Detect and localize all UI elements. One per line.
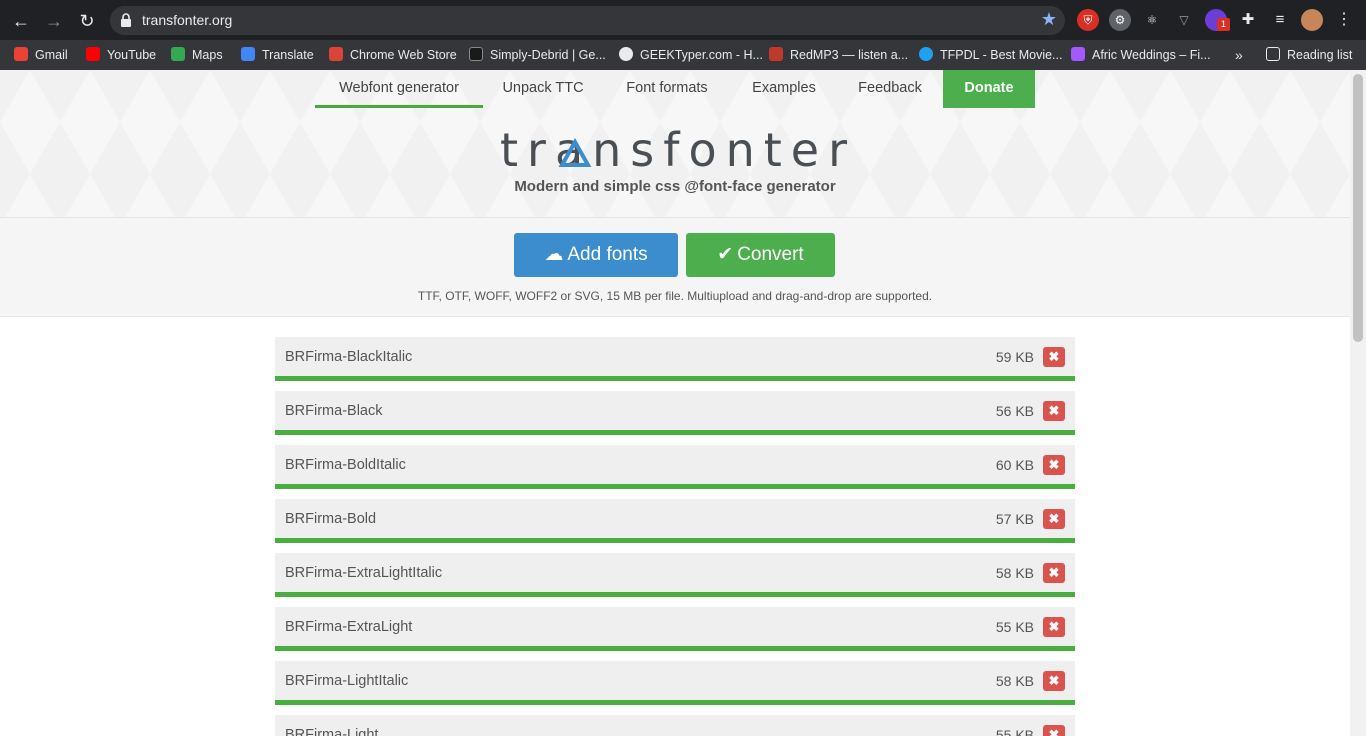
remove-file-button[interactable]: ✖ [1043,563,1065,583]
file-size: 58 KB [995,565,1034,581]
bookmarks-bar: Gmail YouTube Maps Translate Chrome Web … [0,40,1366,70]
address-bar[interactable]: transfonter.org ★ [110,6,1065,35]
tab-feedback[interactable]: Feedback [837,70,943,108]
redmp3-icon [769,47,783,61]
file-name: BRFirma-Light [285,727,379,736]
extension-badge-count: 1 [1217,18,1230,31]
remove-file-button[interactable]: ✖ [1043,725,1065,736]
avatar[interactable] [1301,9,1323,31]
reading-list-button[interactable]: Reading list [1266,46,1352,64]
scrollbar-thumb[interactable] [1353,74,1363,342]
bookmarks-overflow-chevron[interactable]: » [1235,46,1243,64]
upload-hint: TTF, OTF, WOFF, WOFF2 or SVG, 15 MB per … [417,289,933,303]
bookmark-chrome-web-store[interactable]: Chrome Web Store [329,46,457,64]
add-fonts-button[interactable]: ☁ Add fonts [514,233,678,277]
file-size: 57 KB [995,511,1034,527]
lock-icon [121,13,131,27]
bookmark-maps[interactable]: Maps [171,46,223,64]
file-row: BRFirma-ExtraLightItalic 58 KB ✖ [275,553,1075,597]
figma-icon [1071,47,1085,61]
forward-arrow-icon[interactable]: → [42,9,66,33]
simply-debrid-icon [469,47,483,61]
file-size: 55 KB [995,619,1034,635]
geektyper-icon [619,47,633,61]
cloud-upload-icon: ☁ [544,244,564,265]
bookmark-translate[interactable]: Translate [241,46,314,64]
remove-file-button[interactable]: ✖ [1043,401,1065,421]
extension-badge-icon[interactable]: 1 [1205,9,1230,31]
file-name: BRFirma-LightItalic [285,673,409,689]
file-name: BRFirma-ExtraLightItalic [285,565,443,581]
page-scrollbar[interactable] [1350,70,1366,736]
bookmark-gmail[interactable]: Gmail [14,46,68,64]
file-row: BRFirma-LightItalic 58 KB ✖ [275,661,1075,705]
file-name: BRFirma-BlackItalic [285,349,413,365]
remove-file-button[interactable]: ✖ [1043,347,1065,367]
page-content: Webfont generator Unpack TTC Font format… [0,70,1366,736]
back-arrow-icon[interactable]: ← [9,9,33,33]
tab-webfont-generator[interactable]: Webfont generator [315,70,483,108]
file-name: BRFirma-BoldItalic [285,457,406,473]
reload-icon[interactable]: ↻ [75,9,99,33]
extension-shield-icon[interactable]: ⛨ [1077,9,1099,31]
reading-list-icon [1266,47,1280,61]
menu-kebab-icon[interactable]: ⋮ [1333,9,1355,31]
file-row: BRFirma-BlackItalic 59 KB ✖ [275,337,1075,381]
translate-icon [241,47,255,61]
media-control-icon[interactable]: ≡ [1269,9,1291,31]
remove-file-button[interactable]: ✖ [1043,455,1065,475]
file-name: BRFirma-Black [285,403,383,419]
bookmark-simply-debrid[interactable]: Simply-Debrid | Ge... [469,46,606,64]
convert-button[interactable]: ✔ Convert [686,233,835,277]
hero-header: Webfont generator Unpack TTC Font format… [0,70,1350,218]
file-size: 60 KB [995,457,1034,473]
tab-unpack-ttc[interactable]: Unpack TTC [483,70,603,108]
file-size: 56 KB [995,403,1034,419]
extension-gear-icon[interactable]: ⚙ [1109,9,1131,31]
transfonter-logo: transfonter [500,122,850,177]
puzzle-icon[interactable]: ✚ [1237,9,1259,31]
file-size: 58 KB [995,673,1034,689]
react-devtools-icon[interactable]: ⚛ [1141,9,1163,31]
bookmark-youtube[interactable]: YouTube [86,46,156,64]
url-text: transfonter.org [142,12,233,28]
file-row: BRFirma-BoldItalic 60 KB ✖ [275,445,1075,489]
checkmark-icon: ✔ [717,244,734,265]
upload-actions: ☁ Add fonts ✔ Convert TTF, OTF, WOFF, WOFF… [0,218,1350,317]
file-list: BRFirma-BlackItalic 59 KB ✖ BRFirma-Black 56… [275,337,1075,736]
file-size: 55 KB [995,727,1034,736]
bookmark-afric-weddings[interactable]: Afric Weddings – Fi... [1071,46,1211,64]
tab-examples[interactable]: Examples [731,70,837,108]
donate-button[interactable]: Donate [943,70,1035,108]
file-name: BRFirma-Bold [285,511,377,527]
transfonter-logo-graphic: transfonter [500,123,850,177]
bookmark-star-icon[interactable]: ★ [1041,9,1057,30]
file-row: BRFirma-Bold 57 KB ✖ [275,499,1075,543]
file-size: 59 KB [995,349,1034,365]
vue-devtools-icon[interactable]: ▽ [1173,9,1195,31]
browser-toolbar: ← → ↻ transfonter.org ★ ⛨ ⚙ ⚛ ▽ 1 ✚ ≡ ⋮ [0,0,1366,40]
maps-icon [171,47,185,61]
bookmark-geektyper[interactable]: GEEKTyper.com - H... [619,46,763,64]
tfpdl-icon [919,47,933,61]
youtube-icon [86,47,100,61]
remove-file-button[interactable]: ✖ [1043,617,1065,637]
file-row: BRFirma-ExtraLight 55 KB ✖ [275,607,1075,651]
remove-file-button[interactable]: ✖ [1043,671,1065,691]
tab-font-formats[interactable]: Font formats [603,70,731,108]
bookmark-tfpdl[interactable]: TFPDL - Best Movie... [919,46,1062,64]
file-name: BRFirma-ExtraLight [285,619,413,635]
remove-file-button[interactable]: ✖ [1043,509,1065,529]
file-row: BRFirma-Light 55 KB ✖ [275,715,1075,736]
tagline: Modern and simple css @font-face generat… [514,178,836,195]
file-row: BRFirma-Black 56 KB ✖ [275,391,1075,435]
chrome-web-store-icon [329,47,343,61]
bookmark-redmp3[interactable]: RedMP3 — listen a... [769,46,908,64]
logo-text: transfonter [500,123,850,174]
gmail-icon [14,47,28,61]
